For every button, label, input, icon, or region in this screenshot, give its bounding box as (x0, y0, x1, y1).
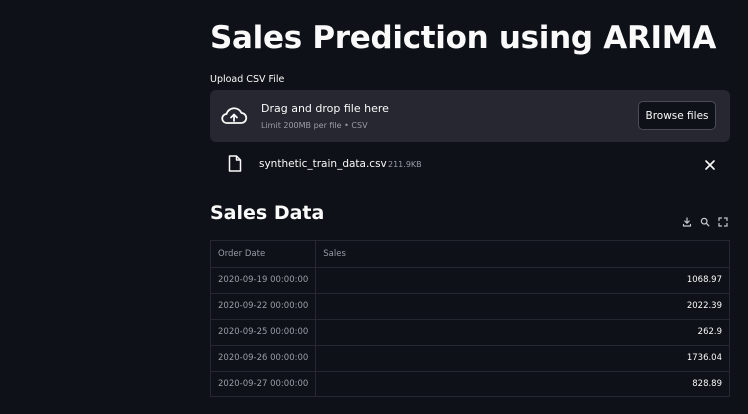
file-dropzone[interactable]: Drag and drop file here Limit 200MB per … (210, 90, 730, 142)
uploaded-file-row: synthetic_train_data.csv 211.9KB (210, 150, 730, 178)
table-row: 2020-09-27 00:00:00 828.89 (211, 371, 729, 396)
download-icon (682, 217, 692, 227)
dataframe-toolbar (672, 215, 730, 233)
search-button[interactable] (698, 215, 712, 229)
order-date-cell[interactable]: 2020-09-27 00:00:00 (211, 371, 317, 396)
section-title: Sales Data (210, 202, 325, 224)
order-date-cell[interactable]: 2020-09-25 00:00:00 (211, 319, 317, 346)
dropzone-limit-text: Limit 200MB per file • CSV (261, 121, 368, 130)
uploaded-file-name: synthetic_train_data.csv (259, 158, 387, 170)
fullscreen-button[interactable] (716, 215, 730, 229)
browse-files-button[interactable]: Browse files (638, 101, 716, 130)
close-icon[interactable] (703, 158, 717, 172)
sales-cell[interactable]: 828.89 (316, 371, 729, 396)
cloud-upload-icon (221, 107, 248, 124)
column-header-order-date[interactable]: Order Date (211, 241, 317, 268)
download-button[interactable] (680, 215, 694, 229)
sales-cell[interactable]: 262.9 (315, 319, 729, 346)
sales-cell[interactable]: 1736.04 (315, 345, 729, 372)
table-row: 2020-09-26 00:00:00 1736.04 (211, 345, 729, 372)
fullscreen-icon (718, 217, 728, 227)
sales-cell[interactable]: 2022.39 (315, 293, 729, 320)
sales-cell[interactable]: 1068.97 (315, 267, 729, 294)
page-title: Sales Prediction using ARIMA (210, 20, 717, 56)
order-date-cell[interactable]: 2020-09-26 00:00:00 (211, 345, 317, 372)
sales-table: Order Date Sales 2020-09-19 00:00:00 106… (211, 241, 729, 396)
table-row: 2020-09-19 00:00:00 1068.97 (211, 267, 729, 294)
upload-label: Upload CSV File (210, 74, 285, 85)
dropzone-title: Drag and drop file here (261, 102, 389, 115)
file-icon (228, 155, 242, 172)
uploaded-file-size: 211.9KB (388, 160, 422, 169)
table-header-row: Order Date Sales (211, 241, 729, 268)
order-date-cell[interactable]: 2020-09-22 00:00:00 (211, 293, 317, 320)
search-icon (700, 217, 710, 227)
order-date-cell[interactable]: 2020-09-19 00:00:00 (211, 267, 317, 294)
table-row: 2020-09-22 00:00:00 2022.39 (211, 293, 729, 320)
app-root: Sales Prediction using ARIMA Upload CSV … (0, 0, 748, 414)
sales-dataframe[interactable]: Order Date Sales 2020-09-19 00:00:00 106… (210, 240, 730, 397)
column-header-sales[interactable]: Sales (315, 241, 729, 268)
table-row: 2020-09-25 00:00:00 262.9 (211, 319, 729, 346)
